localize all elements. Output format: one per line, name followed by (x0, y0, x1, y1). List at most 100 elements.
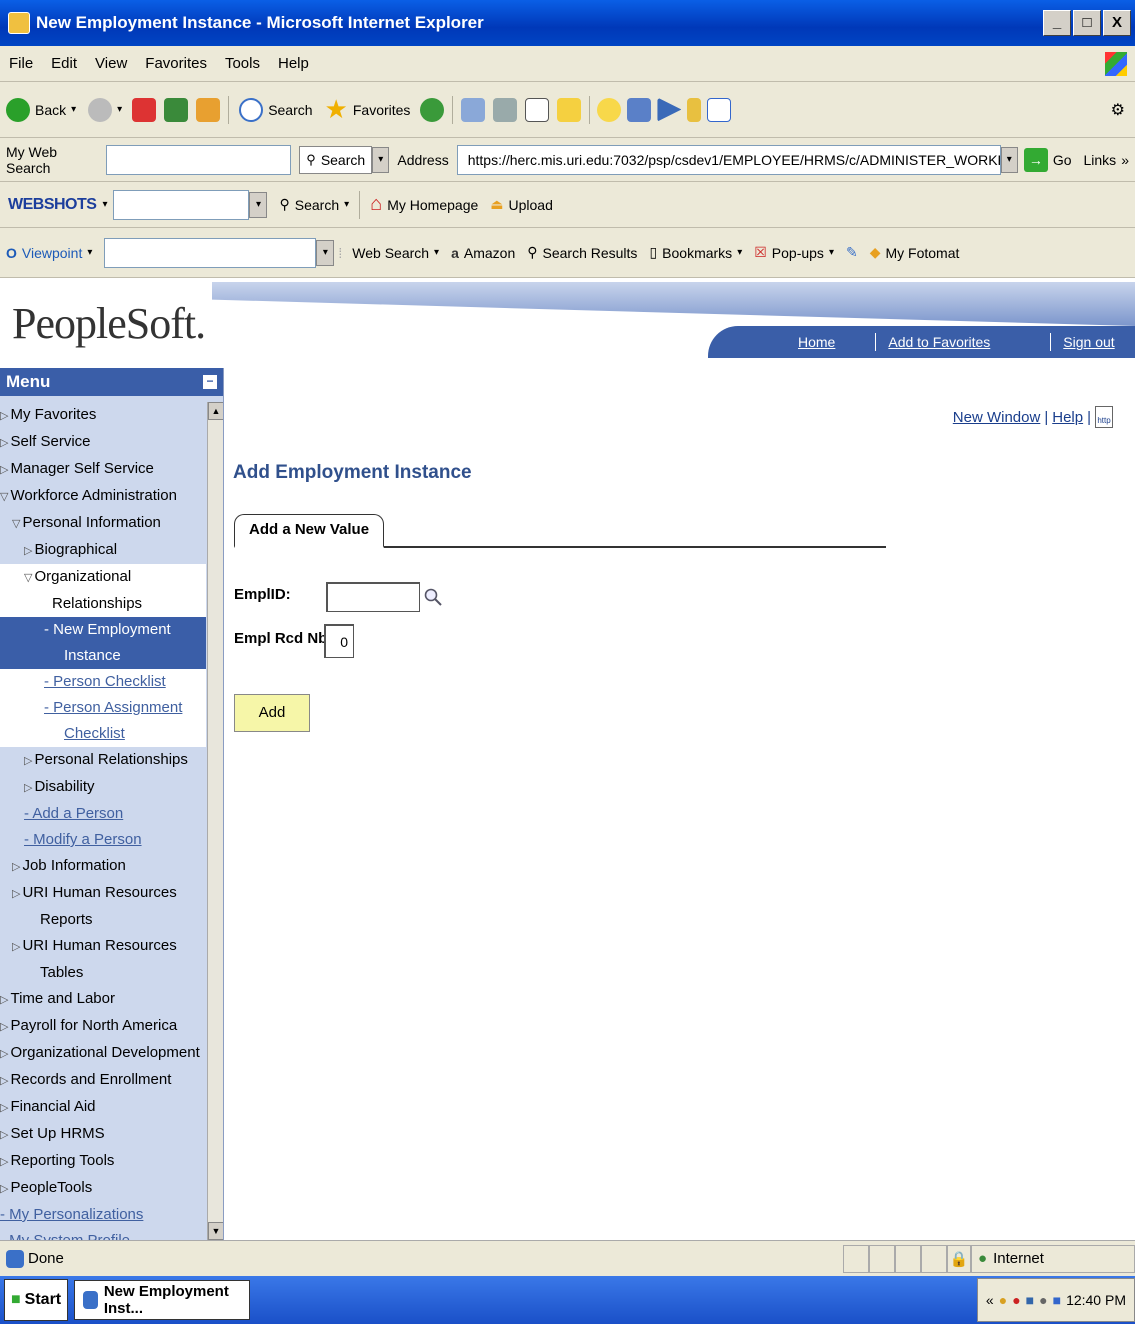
my-fotomat-button[interactable]: ◆ My Fotomat (864, 236, 966, 270)
my-homepage-button[interactable]: ⌂ My Homepage (364, 188, 484, 222)
clock[interactable]: 12:40 PM (1066, 1292, 1126, 1308)
print-icon[interactable] (493, 97, 518, 122)
back-button[interactable]: Back ▾ (0, 93, 82, 127)
menu-item-uri-hr-reports[interactable]: ▷ URI Human Resources (0, 880, 206, 907)
play-icon[interactable] (657, 97, 682, 122)
menu-item-organizational-relationships[interactable]: ▽ Organizational (0, 564, 206, 591)
messenger-icon[interactable] (627, 97, 652, 122)
menu-view[interactable]: View (86, 55, 136, 72)
forward-button[interactable]: ▾ (82, 93, 128, 127)
menu-item-uri-hr-tables[interactable]: ▷ URI Human Resources (0, 933, 206, 960)
http-icon[interactable]: http (1095, 406, 1113, 428)
menu-item-manager-self-service[interactable]: ▷ Manager Self Service (0, 456, 206, 483)
menu-item-new-employment-instance-cont[interactable]: Instance (0, 643, 206, 669)
search-button[interactable]: Search (233, 93, 318, 127)
viewpoint-button[interactable]: O Viewpoint ▾ (0, 236, 98, 270)
ie-page-icon[interactable] (707, 97, 732, 122)
menu-scrollbar[interactable]: ▲ ▼ (207, 402, 223, 1240)
menu-item-uri-hr-tables-cont[interactable]: Tables (0, 960, 206, 986)
menu-item-personal-relationships[interactable]: ▷ Personal Relationships (0, 747, 206, 774)
collapse-icon[interactable]: − (203, 375, 217, 389)
search-results-button[interactable]: ⚲ Search Results (521, 236, 643, 270)
webshots-dropdown-arrow[interactable]: ▾ (249, 191, 268, 218)
history-icon[interactable] (420, 97, 445, 122)
menu-item-peopletools[interactable]: ▷ PeopleTools (0, 1175, 206, 1202)
emplid-input[interactable] (326, 582, 420, 612)
webshots-search-button[interactable]: ⚲ Search ▾ (273, 188, 355, 222)
web-search-button[interactable]: Web Search ▾ (346, 236, 445, 270)
viewpoint-dropdown-arrow[interactable]: ▾ (316, 239, 335, 266)
refresh-icon[interactable] (164, 97, 189, 122)
menu-favorites[interactable]: Favorites (136, 55, 216, 72)
empl-rcd-input[interactable]: 0 (324, 624, 354, 658)
popups-button[interactable]: ☒ Pop-ups ▾ (748, 236, 840, 270)
menu-item-personal-information[interactable]: ▽ Personal Information (0, 510, 206, 537)
viewpoint-search-input[interactable] (104, 237, 317, 268)
menu-item-new-employment-instance[interactable]: - New Employment (0, 617, 206, 643)
home-icon[interactable] (196, 97, 221, 122)
webshots-logo[interactable]: WEBSHOTS (8, 196, 97, 214)
go-button[interactable]: → Go (1018, 143, 1078, 177)
add-to-favorites-link[interactable]: Add to Favorites (888, 334, 990, 350)
bookmarks-button[interactable]: ▯ Bookmarks ▾ (643, 236, 748, 270)
tab-add-new-value[interactable]: Add a New Value (234, 514, 385, 548)
scroll-down-icon[interactable]: ▼ (208, 1222, 223, 1240)
menu-item-disability[interactable]: ▷ Disability (0, 774, 206, 801)
minimize-button[interactable]: _ (1043, 10, 1071, 36)
menu-item-organizational-development[interactable]: ▷ Organizational Development (0, 1040, 206, 1067)
smiley-icon[interactable] (597, 97, 622, 122)
menu-item-person-assignment-checklist[interactable]: - Person Assignment (0, 695, 206, 721)
scroll-up-icon[interactable]: ▲ (208, 402, 223, 420)
shield-icon[interactable]: ● (999, 1292, 1007, 1308)
menu-item-self-service[interactable]: ▷ Self Service (0, 429, 206, 456)
pencil-icon[interactable]: ✎ (846, 244, 858, 261)
search-dropdown-arrow[interactable]: ▾ (372, 146, 390, 173)
my-web-search-button[interactable]: ⚲ Search (299, 145, 373, 174)
menu-item-time-and-labor[interactable]: ▷ Time and Labor (0, 986, 206, 1013)
chevron-down-icon[interactable]: ▾ (102, 199, 107, 210)
menu-item-biographical[interactable]: ▷ Biographical (0, 537, 206, 564)
stop-icon[interactable] (132, 97, 157, 122)
lookup-magnifier-icon[interactable] (423, 587, 443, 607)
monitor-icon[interactable]: ■ (1026, 1292, 1034, 1308)
maximize-button[interactable]: □ (1073, 10, 1101, 36)
menu-item-job-information[interactable]: ▷ Job Information (0, 853, 206, 880)
menu-edit[interactable]: Edit (42, 55, 86, 72)
network-icon[interactable]: ● (1012, 1292, 1020, 1308)
menu-item-payroll[interactable]: ▷ Payroll for North America (0, 1013, 206, 1040)
menu-item-set-up-hrms[interactable]: ▷ Set Up HRMS (0, 1121, 206, 1148)
word-icon[interactable] (525, 97, 550, 122)
menu-item-my-favorites[interactable]: ▷ My Favorites (0, 402, 206, 429)
menu-item-add-a-person[interactable]: - Add a Person (0, 801, 206, 827)
menu-item-workforce-administration[interactable]: ▽ Workforce Administration (0, 483, 206, 510)
amazon-button[interactable]: a Amazon (445, 236, 521, 270)
favorites-button[interactable]: ★ Favorites (319, 93, 417, 127)
menu-item-reporting-tools[interactable]: ▷ Reporting Tools (0, 1148, 206, 1175)
menu-item-financial-aid[interactable]: ▷ Financial Aid (0, 1094, 206, 1121)
tray-expand-icon[interactable]: « (986, 1292, 994, 1308)
menu-item-my-personalizations[interactable]: - My Personalizations (0, 1202, 206, 1228)
address-dropdown-arrow[interactable]: ▾ (1000, 146, 1018, 173)
upload-button[interactable]: ⏏ Upload (484, 188, 559, 222)
my-web-search-input[interactable] (106, 144, 292, 175)
help-link[interactable]: Help (1052, 409, 1083, 426)
menu-item-uri-hr-reports-cont[interactable]: Reports (0, 907, 206, 933)
app-icon[interactable]: ■ (1053, 1292, 1061, 1308)
menu-item-modify-a-person[interactable]: - Modify a Person (0, 827, 206, 853)
menu-item-person-checklist[interactable]: - Person Checklist (0, 669, 206, 695)
menu-item-my-system-profile[interactable]: - My System Profile (0, 1228, 206, 1240)
menu-item-organizational-relationships-cont[interactable]: Relationships (0, 591, 206, 617)
start-button[interactable]: ■ Start (4, 1279, 69, 1321)
add-button[interactable]: Add (234, 694, 310, 732)
taskbar-ie-window[interactable]: New Employment Inst... (74, 1280, 251, 1320)
sign-out-link[interactable]: Sign out (1063, 334, 1114, 350)
volume-icon[interactable]: ● (1039, 1292, 1047, 1308)
new-window-link[interactable]: New Window (953, 409, 1041, 426)
folder-icon[interactable] (557, 97, 582, 122)
mail-icon[interactable] (461, 97, 486, 122)
links-button[interactable]: Links » (1078, 143, 1135, 177)
menu-file[interactable]: File (0, 55, 42, 72)
webshots-search-input[interactable] (113, 189, 250, 220)
menu-item-records-enrollment[interactable]: ▷ Records and Enrollment (0, 1067, 206, 1094)
menu-tools[interactable]: Tools (216, 55, 269, 72)
